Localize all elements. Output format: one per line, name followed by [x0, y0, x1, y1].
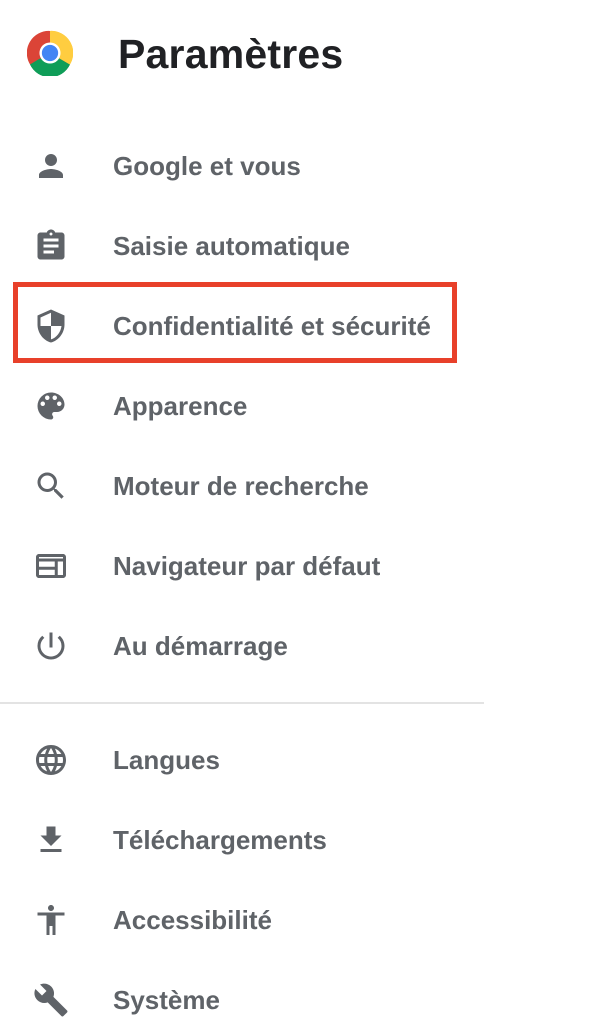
sidebar-item-saisie-automatique[interactable]: Saisie automatique — [0, 210, 484, 282]
clipboard-icon — [33, 228, 69, 264]
wrench-icon — [33, 982, 69, 1018]
palette-icon — [33, 388, 69, 424]
sidebar-item-apparence[interactable]: Apparence — [0, 370, 484, 442]
browser-window-icon — [33, 548, 69, 584]
sidebar-item-confidentialite-securite[interactable]: Confidentialité et sécurité — [0, 290, 484, 362]
power-icon — [33, 628, 69, 664]
sidebar-item-label: Système — [113, 985, 220, 1015]
sidebar-item-google-et-vous[interactable]: Google et vous — [0, 130, 484, 202]
shield-icon — [33, 308, 69, 344]
sidebar-item-label: Google et vous — [113, 151, 301, 181]
sidebar-item-label: Accessibilité — [113, 905, 272, 935]
sidebar-item-moteur-de-recherche[interactable]: Moteur de recherche — [0, 450, 484, 522]
sidebar-item-label: Saisie automatique — [113, 231, 350, 261]
person-icon — [33, 148, 69, 184]
sidebar-item-label: Téléchargements — [113, 825, 327, 855]
sidebar-item-accessibilite[interactable]: Accessibilité — [0, 884, 484, 956]
nav-divider — [0, 702, 484, 704]
sidebar-item-label: Confidentialité et sécurité — [113, 311, 431, 341]
download-icon — [33, 822, 69, 858]
globe-icon — [33, 742, 69, 778]
accessibility-icon — [33, 902, 69, 938]
sidebar-item-systeme[interactable]: Système — [0, 964, 484, 1036]
sidebar-item-label: Moteur de recherche — [113, 471, 369, 501]
sidebar-item-label: Langues — [113, 745, 220, 775]
sidebar-item-au-demarrage[interactable]: Au démarrage — [0, 610, 484, 682]
sidebar-item-langues[interactable]: Langues — [0, 724, 484, 796]
sidebar-item-label: Au démarrage — [113, 631, 288, 661]
settings-sidebar-nav: Google et vous Saisie automatique Confid… — [0, 0, 614, 1028]
search-icon — [33, 468, 69, 504]
sidebar-item-label: Apparence — [113, 391, 248, 421]
sidebar-item-telechargements[interactable]: Téléchargements — [0, 804, 484, 876]
sidebar-item-navigateur-par-defaut[interactable]: Navigateur par défaut — [0, 530, 484, 602]
sidebar-item-label: Navigateur par défaut — [113, 551, 381, 581]
